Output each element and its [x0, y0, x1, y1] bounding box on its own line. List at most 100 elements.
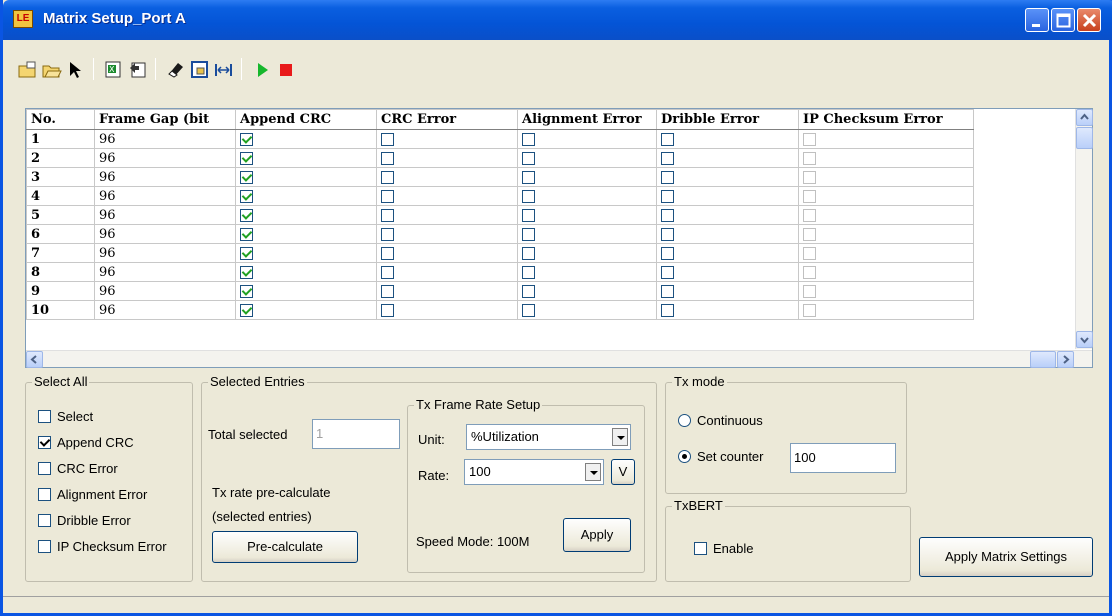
frame-gap-cell[interactable]: 96: [94, 243, 236, 263]
row-number-cell[interactable]: 4: [26, 186, 95, 206]
set-counter-radio[interactable]: [678, 450, 691, 463]
pre-calculate-button[interactable]: Pre-calculate: [212, 531, 358, 563]
checkbox-cell[interactable]: [798, 262, 974, 282]
crc-error-checkbox[interactable]: [381, 227, 394, 241]
checkbox-cell[interactable]: [517, 148, 657, 168]
checkbox-cell[interactable]: [235, 186, 377, 206]
select-window-icon[interactable]: [187, 56, 211, 82]
scroll-down-button[interactable]: [1076, 331, 1093, 348]
dribble-error-checkbox[interactable]: [661, 303, 674, 317]
select-all-checkbox[interactable]: [38, 410, 51, 423]
open-file-icon[interactable]: [15, 56, 39, 82]
checkbox-cell[interactable]: [235, 262, 377, 282]
checkbox-cell[interactable]: [376, 148, 518, 168]
checkbox-cell[interactable]: [656, 243, 799, 263]
counter-input[interactable]: 100: [790, 443, 896, 473]
select-all-option[interactable]: CRC Error: [38, 461, 118, 476]
crc-error-checkbox[interactable]: [381, 170, 394, 184]
checkbox-cell[interactable]: [376, 186, 518, 206]
checkbox-cell[interactable]: [798, 205, 974, 225]
checkbox-cell[interactable]: [798, 129, 974, 149]
dribble-error-checkbox[interactable]: [661, 170, 674, 184]
checkbox-cell[interactable]: [656, 300, 799, 320]
append-crc-checkbox[interactable]: [240, 227, 253, 241]
table-row[interactable]: 5 96: [26, 205, 974, 225]
ip-checksum-error-checkbox[interactable]: [803, 284, 816, 298]
close-button[interactable]: [1077, 8, 1101, 32]
checkbox-cell[interactable]: [376, 262, 518, 282]
checkbox-cell[interactable]: [656, 167, 799, 187]
apply-matrix-settings-button[interactable]: Apply Matrix Settings: [919, 537, 1093, 577]
checkbox-cell[interactable]: [235, 167, 377, 187]
pointer-icon[interactable]: [63, 56, 87, 82]
alignment-error-checkbox[interactable]: [522, 170, 535, 184]
frame-gap-cell[interactable]: 96: [94, 205, 236, 225]
checkbox-cell[interactable]: [376, 129, 518, 149]
checkbox-cell[interactable]: [656, 186, 799, 206]
vertical-scrollbar[interactable]: [1075, 109, 1093, 349]
checkbox-cell[interactable]: [376, 300, 518, 320]
append-crc-checkbox[interactable]: [240, 151, 253, 165]
frame-gap-cell[interactable]: 96: [94, 281, 236, 301]
dribble-error-checkbox[interactable]: [661, 265, 674, 279]
dribble-error-checkbox[interactable]: [661, 189, 674, 203]
maximize-button[interactable]: [1051, 8, 1075, 32]
table-row[interactable]: 2 96: [26, 148, 974, 168]
checkbox-cell[interactable]: [798, 186, 974, 206]
continuous-option[interactable]: Continuous: [678, 413, 763, 428]
append-crc-checkbox[interactable]: [240, 246, 253, 260]
dribble-error-checkbox[interactable]: [661, 132, 674, 146]
append-crc-checkbox[interactable]: [240, 303, 253, 317]
checkbox-cell[interactable]: [798, 148, 974, 168]
crc-error-checkbox[interactable]: [381, 246, 394, 260]
crc-error-checkbox[interactable]: [381, 189, 394, 203]
scroll-right-button[interactable]: [1057, 351, 1074, 368]
checkbox-cell[interactable]: [376, 243, 518, 263]
checkbox-cell[interactable]: [376, 167, 518, 187]
ip-checksum-error-checkbox[interactable]: [803, 227, 816, 241]
checkbox-cell[interactable]: [376, 224, 518, 244]
dribble-error-checkbox[interactable]: [661, 208, 674, 222]
txbert-enable-checkbox[interactable]: [694, 542, 707, 555]
checkbox-cell[interactable]: [376, 281, 518, 301]
checkbox-cell[interactable]: [798, 224, 974, 244]
crc-error-checkbox[interactable]: [381, 303, 394, 317]
append-crc-checkbox[interactable]: [240, 284, 253, 298]
checkbox-cell[interactable]: [517, 129, 657, 149]
alignment-error-checkbox[interactable]: [522, 303, 535, 317]
checkbox-cell[interactable]: [798, 243, 974, 263]
row-number-cell[interactable]: 3: [26, 167, 95, 187]
select-all-option[interactable]: Alignment Error: [38, 487, 147, 502]
row-number-cell[interactable]: 8: [26, 262, 95, 282]
checkbox-cell[interactable]: [656, 205, 799, 225]
append-crc-checkbox[interactable]: [240, 208, 253, 222]
table-row[interactable]: 9 96: [26, 281, 974, 301]
checkbox-cell[interactable]: [235, 129, 377, 149]
minimize-button[interactable]: [1025, 8, 1049, 32]
checkbox-cell[interactable]: [235, 300, 377, 320]
alignment-error-checkbox[interactable]: [522, 265, 535, 279]
v-button[interactable]: V: [611, 459, 635, 485]
rate-select[interactable]: 100: [464, 459, 604, 485]
column-header-frame-gap[interactable]: Frame Gap (bit: [94, 109, 236, 130]
checkbox-cell[interactable]: [656, 262, 799, 282]
stop-icon[interactable]: [273, 56, 297, 82]
checkbox-cell[interactable]: [235, 281, 377, 301]
frame-gap-cell[interactable]: 96: [94, 148, 236, 168]
checkbox-cell[interactable]: [517, 300, 657, 320]
frame-gap-cell[interactable]: 96: [94, 300, 236, 320]
crc-error-checkbox[interactable]: [381, 132, 394, 146]
column-header-no[interactable]: No.: [26, 109, 95, 130]
select-all-checkbox[interactable]: [38, 540, 51, 553]
dribble-error-checkbox[interactable]: [661, 151, 674, 165]
frame-gap-cell[interactable]: 96: [94, 129, 236, 149]
append-crc-checkbox[interactable]: [240, 189, 253, 203]
ip-checksum-error-checkbox[interactable]: [803, 208, 816, 222]
checkbox-cell[interactable]: [517, 186, 657, 206]
select-all-option[interactable]: Select: [38, 409, 93, 424]
alignment-error-checkbox[interactable]: [522, 246, 535, 260]
checkbox-cell[interactable]: [798, 281, 974, 301]
checkbox-cell[interactable]: [517, 205, 657, 225]
checkbox-cell[interactable]: [656, 129, 799, 149]
checkbox-cell[interactable]: [376, 205, 518, 225]
